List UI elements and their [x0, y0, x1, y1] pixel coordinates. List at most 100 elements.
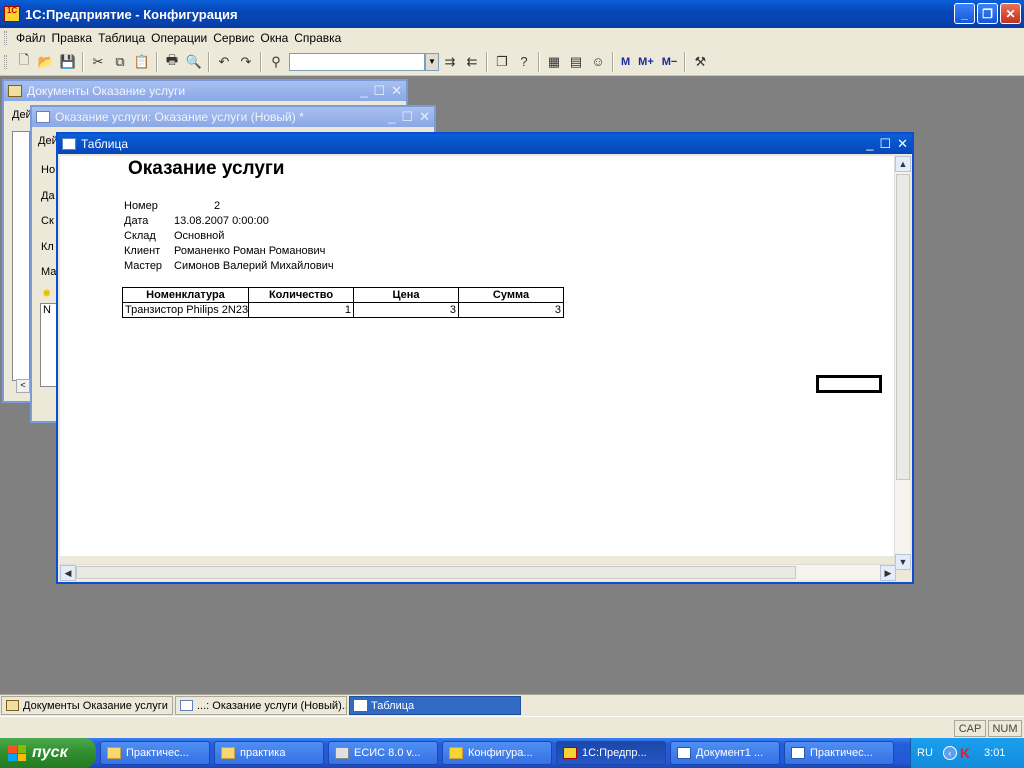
help-icon[interactable]: ? [513, 51, 535, 73]
minimize-icon[interactable]: _ [360, 83, 367, 99]
open-icon[interactable]: 📂 [35, 51, 57, 73]
form-actions-label[interactable]: Дей [38, 135, 58, 147]
minimize-icon[interactable]: _ [866, 136, 873, 152]
close-button[interactable]: ✕ [1000, 3, 1021, 24]
maximize-icon[interactable]: ☐ [879, 136, 891, 152]
vertical-scroll-thumb[interactable] [896, 174, 910, 480]
toolbar-separator [156, 51, 158, 72]
menu-edit[interactable]: Правка [49, 31, 96, 45]
app-title: 1C:Предприятие - Конфигурация [25, 6, 238, 22]
winbar-tab-form[interactable]: ...: Оказание услуги (Новый)... [175, 696, 347, 715]
menu-windows[interactable]: Окна [257, 31, 291, 45]
paste-icon[interactable]: 📋 [131, 51, 153, 73]
menu-operations[interactable]: Операции [148, 31, 210, 45]
find-prev-icon[interactable]: ⇇ [461, 51, 483, 73]
scroll-up-icon[interactable]: ▲ [895, 156, 911, 172]
find-icon[interactable]: ⚲ [265, 51, 287, 73]
scroll-left-icon[interactable]: < [16, 379, 30, 393]
cell-sum[interactable]: 3 [458, 302, 564, 318]
form-window-titlebar[interactable]: Оказание услуги: Оказание услуги (Новый)… [32, 107, 434, 127]
close-icon[interactable]: ✕ [391, 83, 402, 99]
menu-service[interactable]: Сервис [210, 31, 257, 45]
field-value-warehouse: Основной [174, 230, 225, 242]
report-sheet[interactable]: Оказание услуги Номер 2 Дата 13.08.2007 … [60, 156, 896, 556]
selected-cell-cursor[interactable] [816, 375, 882, 393]
user-icon[interactable]: ☺ [587, 51, 609, 73]
windows-icon[interactable]: ❐ [491, 51, 513, 73]
cell-item[interactable]: Транзистор Philips 2N236 [122, 302, 249, 318]
copy-icon[interactable]: ⧉ [109, 51, 131, 73]
taskbar-item[interactable]: 1С:Предпр... [556, 741, 666, 765]
menu-help[interactable]: Справка [291, 31, 344, 45]
preview-icon[interactable]: 🔍 [183, 51, 205, 73]
toolbar-separator [612, 51, 614, 72]
col-header-item: Номенклатура [122, 287, 249, 303]
menubar-grip[interactable] [4, 31, 7, 45]
minimize-icon[interactable]: _ [388, 109, 395, 125]
close-icon[interactable]: ✕ [897, 136, 908, 152]
scroll-right-icon[interactable]: ▶ [880, 565, 896, 581]
taskbar-item[interactable]: Практичес... [100, 741, 210, 765]
maximize-icon[interactable]: ☐ [401, 109, 413, 125]
app-icon: 1C [4, 6, 20, 22]
winbar-tab-table[interactable]: Таблица [349, 696, 521, 715]
scroll-left-icon[interactable]: ◀ [60, 565, 76, 581]
cut-icon[interactable]: ✂ [87, 51, 109, 73]
search-dropdown-arrow-icon[interactable]: ▼ [425, 52, 439, 71]
tools-icon[interactable]: ⚒ [689, 51, 711, 73]
antivirus-icon[interactable]: K [960, 745, 970, 761]
scroll-down-icon[interactable]: ▼ [895, 554, 911, 570]
winbar-tab-documents[interactable]: Документы Оказание услуги [1, 696, 173, 715]
vertical-scrollbar[interactable]: ▲ ▼ [894, 156, 911, 570]
actions-label[interactable]: Дей [12, 109, 32, 121]
memory-plus-button[interactable]: M+ [634, 56, 658, 68]
cell-price[interactable]: 3 [353, 302, 459, 318]
documents-window-titlebar[interactable]: Документы Оказание услуги _ ☐ ✕ [4, 81, 406, 101]
form-warehouse-label: Ск [41, 215, 54, 227]
table-window[interactable]: Таблица _ ☐ ✕ Оказание услуги Номер 2 Да… [56, 132, 914, 584]
taskbar-item[interactable]: Конфигура... [442, 741, 552, 765]
folder-icon [221, 747, 235, 759]
start-button[interactable]: пуск [0, 738, 96, 768]
calc-icon[interactable]: ▦ [543, 51, 565, 73]
search-input[interactable] [289, 52, 425, 71]
minimize-button[interactable]: _ [954, 3, 975, 24]
taskbar-item[interactable]: практика [214, 741, 324, 765]
status-bar: CAP NUM [0, 716, 1024, 738]
add-row-icon[interactable]: ✸ [42, 287, 51, 300]
windows-logo-icon [8, 745, 26, 761]
memory-button[interactable]: M [617, 56, 634, 68]
close-icon[interactable]: ✕ [419, 109, 430, 125]
taskbar-item[interactable]: Практичес... [784, 741, 894, 765]
toolbar-grip[interactable] [4, 54, 7, 69]
app-titlebar[interactable]: 1C 1C:Предприятие - Конфигурация _ ❐ ✕ [0, 0, 1024, 28]
cell-quantity[interactable]: 1 [248, 302, 354, 318]
new-doc-icon[interactable]: 🗋 [13, 51, 35, 73]
redo-icon[interactable]: ↷ [235, 51, 257, 73]
table-window-titlebar[interactable]: Таблица _ ☐ ✕ [58, 134, 912, 154]
form-master-label: Ма [41, 266, 57, 278]
maximize-icon[interactable]: ☐ [373, 83, 385, 99]
menu-file[interactable]: Файл [13, 31, 49, 45]
save-icon[interactable]: 💾 [57, 51, 79, 73]
toolbar: 🗋 📂 💾 ✂ ⧉ 📋 🖶 🔍 ↶ ↷ ⚲ ▼ ⇉ ⇇ ❐ ? ▦ ▤ ☺ M … [0, 48, 1024, 76]
find-next-icon[interactable]: ⇉ [439, 51, 461, 73]
taskbar-item[interactable]: ЕСИС 8.0 v... [328, 741, 438, 765]
table-row[interactable]: Транзистор Philips 2N236 1 3 3 [122, 302, 564, 318]
tray-expand-icon[interactable]: ‹ [942, 746, 957, 760]
taskbar-item[interactable]: Документ1 ... [670, 741, 780, 765]
undo-icon[interactable]: ↶ [213, 51, 235, 73]
horizontal-scroll-thumb[interactable] [76, 566, 796, 579]
language-indicator[interactable]: RU [917, 747, 933, 759]
horizontal-scrollbar[interactable]: ◀ ▶ [60, 564, 896, 581]
toolbar-separator [82, 51, 84, 72]
print-icon[interactable]: 🖶 [161, 51, 183, 73]
restore-button[interactable]: ❐ [977, 3, 998, 24]
spreadsheet-icon [62, 138, 76, 150]
memory-minus-button[interactable]: M− [658, 56, 682, 68]
documents-list[interactable] [12, 131, 30, 381]
calendar-icon[interactable]: ▤ [565, 51, 587, 73]
field-label-number: Номер [124, 200, 158, 212]
menu-table[interactable]: Таблица [95, 31, 148, 45]
taskbar-item-label: практика [240, 747, 286, 759]
